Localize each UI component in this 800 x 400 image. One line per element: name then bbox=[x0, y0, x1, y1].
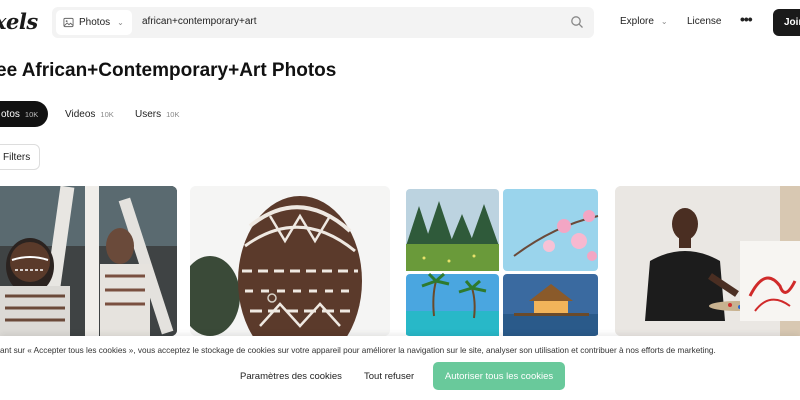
photo-image bbox=[615, 186, 800, 336]
more-menu-icon[interactable]: ••• bbox=[740, 11, 753, 27]
photo-card[interactable] bbox=[190, 186, 390, 336]
filters-button[interactable]: Filters bbox=[0, 144, 40, 170]
photo-card[interactable] bbox=[404, 186, 600, 336]
photo-image bbox=[0, 186, 177, 336]
cookie-settings-button[interactable]: Paramètres des cookies bbox=[240, 371, 342, 382]
search-input[interactable]: african+contemporary+art bbox=[142, 16, 257, 27]
tab-count: 10K bbox=[24, 109, 39, 119]
chevron-down-icon: ⌄ bbox=[660, 17, 668, 26]
photo-card[interactable] bbox=[615, 186, 800, 336]
nav-explore-label: Explore bbox=[620, 16, 654, 27]
tab-videos[interactable]: Videos 10K bbox=[65, 101, 114, 127]
nav-license[interactable]: License bbox=[687, 16, 721, 27]
join-button[interactable]: Join bbox=[773, 9, 800, 36]
tab-label: Videos bbox=[65, 108, 96, 120]
tab-photos[interactable]: otos 10K bbox=[0, 101, 48, 127]
photo-image bbox=[404, 186, 600, 336]
tab-label: otos bbox=[1, 108, 20, 120]
cookie-message: ant sur « Accepter tous les cookies », v… bbox=[0, 346, 716, 355]
cookie-banner: ant sur « Accepter tous les cookies », v… bbox=[0, 336, 800, 400]
media-type-select[interactable]: Photos ⌄ bbox=[56, 10, 132, 35]
top-header: xels Photos ⌄ african+contemporary+art E… bbox=[0, 0, 800, 44]
tab-count: 10K bbox=[166, 109, 180, 119]
tab-count: 10K bbox=[100, 109, 114, 119]
photo-card[interactable] bbox=[0, 186, 177, 336]
nav-explore[interactable]: Explore ⌄ bbox=[620, 16, 668, 27]
image-icon bbox=[63, 17, 74, 28]
page-title: ee African+Contemporary+Art Photos bbox=[0, 60, 337, 81]
media-type-label: Photos bbox=[79, 17, 111, 28]
tab-users[interactable]: Users 10K bbox=[135, 101, 179, 127]
refuse-all-button[interactable]: Tout refuser bbox=[364, 371, 414, 382]
accept-all-button[interactable]: Autoriser tous les cookies bbox=[433, 362, 565, 390]
pexels-logo[interactable]: xels bbox=[0, 9, 38, 34]
photo-image bbox=[190, 186, 390, 336]
tab-label: Users bbox=[135, 108, 162, 120]
search-bar: Photos ⌄ african+contemporary+art bbox=[52, 7, 594, 38]
search-icon[interactable] bbox=[570, 15, 584, 29]
chevron-down-icon: ⌄ bbox=[117, 18, 124, 27]
